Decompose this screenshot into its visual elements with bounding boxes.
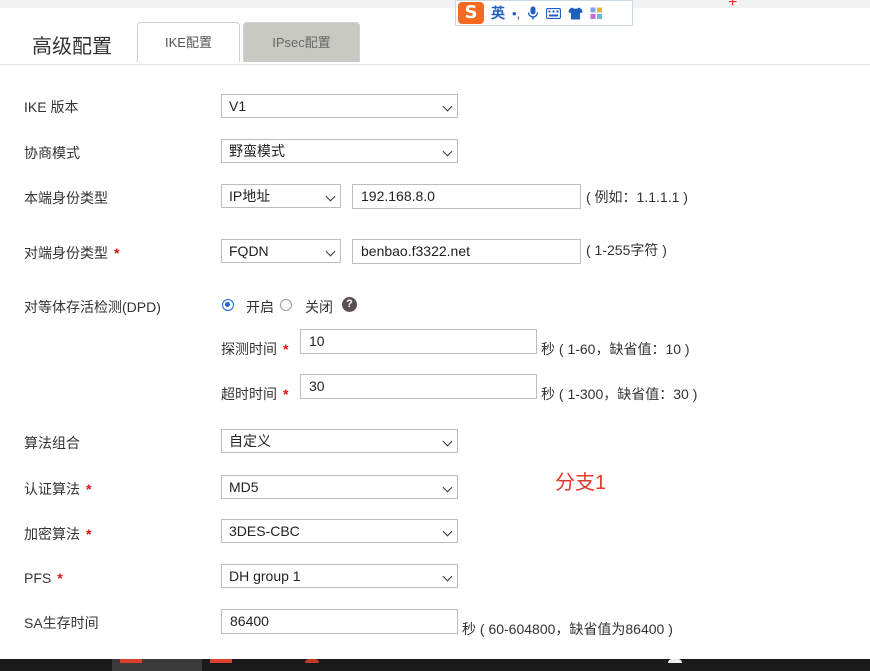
encryption-algorithm-value: 3DES-CBC (229, 523, 300, 539)
ike-version-select[interactable]: V1 (221, 94, 458, 118)
auth-algorithm-select[interactable]: MD5 (221, 475, 458, 499)
required-marker: * (86, 481, 92, 497)
negotiation-mode-value: 野蛮模式 (229, 143, 285, 159)
dpd-off-label[interactable]: 关闭 (305, 297, 333, 317)
corner-plus-icon: + (728, 0, 738, 11)
chevron-down-icon (442, 526, 453, 537)
encryption-algorithm-label-text: 加密算法 (24, 526, 80, 542)
ike-version-value: V1 (229, 98, 247, 114)
local-id-input[interactable]: 192.168.8.0 (352, 184, 581, 209)
taskbar-app-icon[interactable] (668, 659, 682, 663)
ike-version-label: IKE 版本 (24, 99, 79, 115)
negotiation-mode-label: 协商模式 (24, 145, 80, 161)
required-marker: * (283, 341, 289, 357)
peer-id-type-select[interactable]: FQDN (221, 239, 341, 263)
required-marker: * (86, 526, 92, 542)
chevron-down-icon (442, 571, 453, 582)
algorithm-suite-label: 算法组合 (24, 435, 80, 451)
page-title: 高级配置 (32, 36, 112, 58)
probe-time-input[interactable]: 10 (300, 329, 537, 354)
tab-ipsec-config[interactable]: IPsec配置 (243, 22, 360, 62)
ime-language-toggle[interactable]: 英 (491, 3, 505, 23)
peer-id-type-label-text: 对端身份类型 (24, 245, 108, 261)
tab-ike-config[interactable]: IKE配置 (137, 22, 240, 62)
algorithm-suite-value: 自定义 (229, 433, 271, 449)
required-marker: * (283, 386, 289, 402)
page-header: 高级配置 IKE配置 IPsec配置 (0, 8, 870, 65)
local-id-type-value: IP地址 (229, 188, 271, 204)
taskbar (0, 659, 870, 671)
negotiation-mode-select[interactable]: 野蛮模式 (221, 139, 458, 163)
help-icon[interactable]: ? (342, 297, 357, 312)
probe-time-label: 探测时间 * (221, 339, 288, 359)
branch-annotation: 分支1 (555, 472, 607, 494)
chevron-down-icon (442, 482, 453, 493)
pfs-label-text: PFS (24, 570, 52, 586)
chevron-down-icon (325, 246, 336, 257)
timeout-input[interactable]: 30 (300, 374, 537, 399)
peer-id-type-value: FQDN (229, 243, 269, 259)
pfs-select[interactable]: DH group 1 (221, 564, 458, 588)
timeout-label-text: 超时时间 (221, 386, 277, 402)
chevron-down-icon (442, 436, 453, 447)
taskbar-app-icon[interactable] (305, 659, 319, 663)
peer-id-hint: ( 1-255字符 ) (586, 242, 667, 258)
required-marker: * (57, 570, 63, 586)
sa-lifetime-input[interactable]: 86400 (221, 609, 458, 634)
punctuation-icon[interactable]: •, (512, 6, 520, 21)
auth-algorithm-value: MD5 (229, 479, 259, 495)
taskbar-app-icon[interactable] (210, 659, 232, 663)
local-id-type-select[interactable]: IP地址 (221, 184, 341, 208)
probe-time-label-text: 探测时间 (221, 341, 277, 357)
keyboard-icon[interactable] (546, 7, 562, 19)
probe-time-hint: 秒 ( 1-60，缺省值：10 ) (541, 341, 690, 357)
chevron-down-icon (325, 191, 336, 202)
auth-algorithm-label: 认证算法 * (24, 480, 91, 498)
peer-id-input[interactable]: benbao.f3322.net (352, 239, 581, 264)
skin-shirt-icon[interactable] (568, 7, 583, 20)
sogou-logo-icon[interactable]: S (458, 2, 484, 24)
auth-algorithm-label-text: 认证算法 (24, 481, 80, 497)
chevron-down-icon (442, 146, 453, 157)
local-id-hint: ( 例如：1.1.1.1 ) (586, 189, 688, 205)
chevron-down-icon (442, 101, 453, 112)
dpd-on-radio[interactable] (222, 299, 234, 311)
timeout-label: 超时时间 * (221, 384, 288, 404)
dpd-label: 对等体存活检测(DPD) (24, 299, 161, 315)
sa-lifetime-label: SA生存时间 (24, 615, 99, 631)
encryption-algorithm-select[interactable]: 3DES-CBC (221, 519, 458, 543)
pfs-label: PFS * (24, 569, 63, 587)
top-strip (0, 0, 870, 8)
sa-lifetime-hint: 秒 ( 60-604800，缺省值为86400 ) (462, 621, 673, 637)
encryption-algorithm-label: 加密算法 * (24, 525, 91, 543)
microphone-icon[interactable] (527, 6, 539, 20)
ime-toolbar: S 英 •, (455, 0, 633, 26)
dpd-on-label[interactable]: 开启 (246, 297, 274, 317)
timeout-hint: 秒 ( 1-300，缺省值：30 ) (541, 386, 698, 402)
dpd-off-radio[interactable] (280, 299, 292, 311)
required-marker: * (114, 245, 120, 261)
taskbar-app-icon (120, 659, 142, 663)
peer-id-type-label: 对端身份类型 * (24, 244, 119, 262)
algorithm-suite-select[interactable]: 自定义 (221, 429, 458, 453)
toolbox-grid-icon[interactable] (590, 7, 603, 20)
local-id-type-label: 本端身份类型 (24, 190, 108, 206)
pfs-value: DH group 1 (229, 568, 301, 584)
